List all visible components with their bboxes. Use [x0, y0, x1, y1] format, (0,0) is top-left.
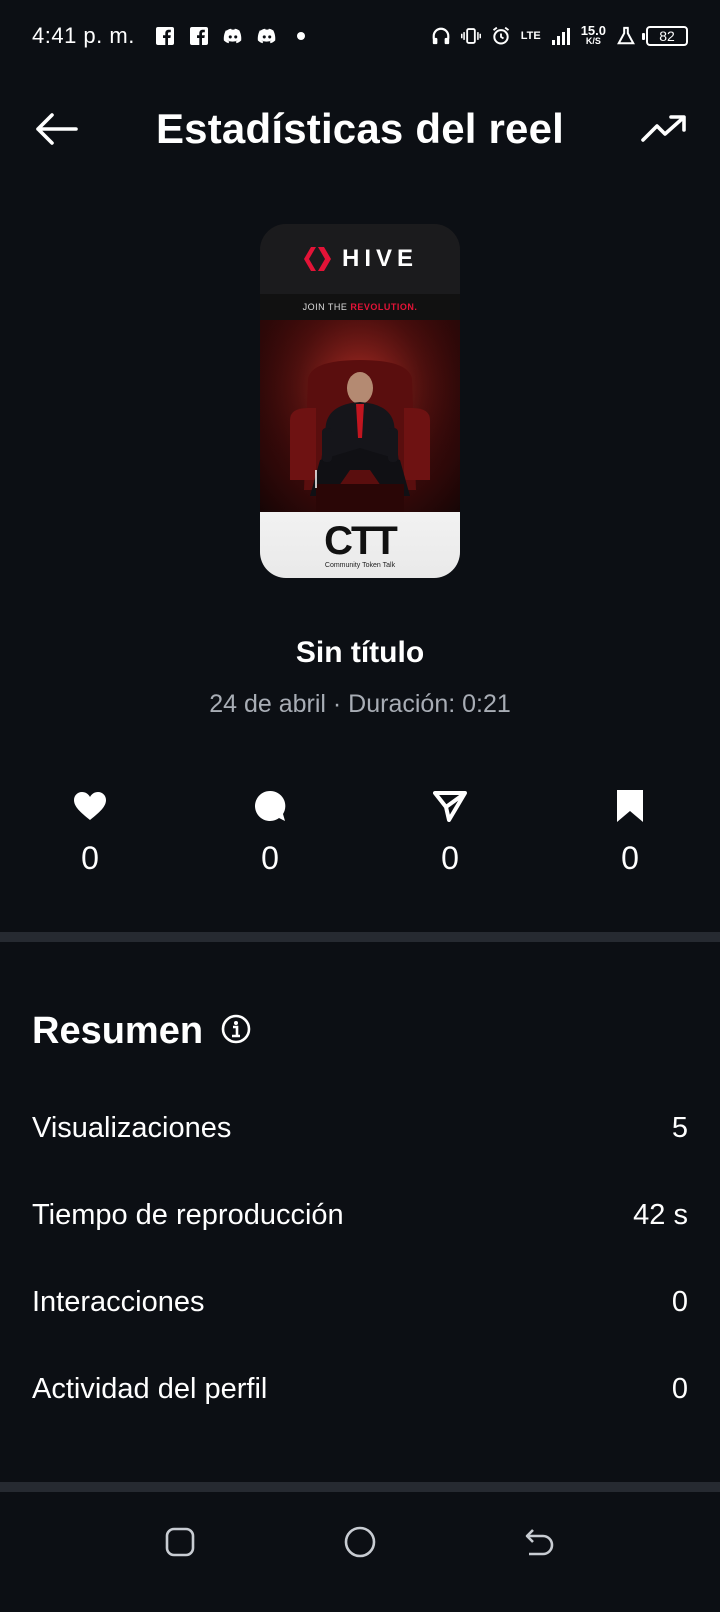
metric-label: Tiempo de reproducción: [32, 1199, 344, 1231]
tagline-prefix: JOIN THE: [302, 302, 351, 312]
send-icon: [433, 791, 467, 822]
saves-stat: 0: [590, 786, 670, 877]
bookmark-icon: [617, 790, 643, 822]
info-icon: [221, 1014, 251, 1044]
headphones-icon: [431, 26, 451, 46]
summary-heading: Resumen: [32, 1010, 204, 1052]
facebook-icon: [155, 26, 175, 46]
status-right: LTE 15.0 K/S 82: [431, 23, 688, 47]
info-button[interactable]: [221, 1014, 251, 1049]
comments-stat: 0: [230, 786, 310, 877]
metric-row-profile-activity: Actividad del perfil 0: [32, 1373, 688, 1406]
signal-icon: [551, 26, 571, 46]
likes-stat: 0: [50, 786, 130, 877]
thumbnail-image: [260, 320, 460, 512]
thumbnail-footer: CTT Community Token Talk: [260, 512, 460, 578]
net-speed: 15.0 K/S: [580, 23, 606, 47]
back-nav-icon: [525, 1529, 554, 1556]
battery-indicator: 82: [642, 26, 688, 46]
system-nav-bar: [0, 1472, 720, 1612]
recents-icon: [165, 1527, 195, 1557]
lte-label: LTE: [520, 30, 541, 42]
metric-value: 42 s: [633, 1199, 688, 1231]
metric-row-watch-time: Tiempo de reproducción 42 s: [32, 1199, 688, 1232]
trending-button[interactable]: [636, 105, 692, 153]
back-button[interactable]: [28, 105, 84, 153]
metric-row-interactions: Interacciones 0: [32, 1286, 688, 1319]
vibrate-icon: [460, 26, 481, 46]
metric-label: Visualizaciones: [32, 1112, 232, 1144]
reel-title: Sin título: [295, 636, 425, 669]
likes-count: 0: [81, 840, 99, 876]
metric-label: Actividad del perfil: [32, 1373, 268, 1405]
metric-value: 0: [671, 1286, 688, 1318]
home-circle-icon: [344, 1526, 376, 1558]
arrow-left-icon: [36, 113, 78, 145]
reel-thumbnail[interactable]: HIVE JOIN THE REVOLUTION. CTT Community …: [260, 224, 460, 578]
facebook-icon: [189, 26, 209, 46]
metric-value: 5: [671, 1112, 688, 1144]
heart-icon: [74, 792, 106, 820]
recents-button[interactable]: [160, 1522, 200, 1562]
page-header: Estadísticas del reel: [0, 88, 720, 170]
status-bar: 4:41 p. m. LTE 15.0 K/S 82: [0, 0, 720, 72]
metric-label: Interacciones: [32, 1286, 205, 1318]
shares-count: 0: [441, 840, 459, 876]
ctt-logo: CTT: [324, 518, 398, 563]
home-button[interactable]: [340, 1522, 380, 1562]
comment-icon: [255, 790, 286, 821]
comments-count: 0: [261, 840, 279, 876]
trending-up-icon: [641, 115, 686, 142]
alarm-icon: [491, 26, 511, 46]
ctt-subtitle: Community Token Talk: [324, 561, 396, 569]
thumbnail-brand-bar: HIVE: [260, 224, 460, 294]
shares-stat: 0: [410, 786, 490, 877]
interaction-stats: 0 0 0 0: [0, 786, 720, 886]
back-nav-button[interactable]: [520, 1522, 560, 1562]
summary-header: Resumen: [32, 1010, 251, 1053]
discord-icon: [257, 26, 277, 46]
hive-logo-icon: [303, 247, 331, 271]
discord-icon: [223, 26, 243, 46]
notification-dot-icon: [291, 26, 311, 46]
metric-row-views: Visualizaciones 5: [32, 1112, 688, 1145]
page-title: Estadísticas del reel: [155, 105, 565, 152]
thumbnail-tagline: JOIN THE REVOLUTION.: [260, 294, 460, 320]
status-time: 4:41 p. m.: [32, 23, 135, 48]
status-left: 4:41 p. m.: [32, 23, 311, 49]
saves-count: 0: [621, 840, 639, 876]
thumbnail-brand: HIVE: [341, 245, 418, 272]
reel-meta: 24 de abril · Duración: 0:21: [209, 690, 511, 718]
metric-value: 0: [671, 1373, 688, 1405]
section-divider: [0, 932, 720, 942]
net-speed-value: 15.0: [580, 23, 606, 38]
tagline-highlight: REVOLUTION.: [350, 302, 418, 312]
flask-icon: [616, 26, 636, 46]
